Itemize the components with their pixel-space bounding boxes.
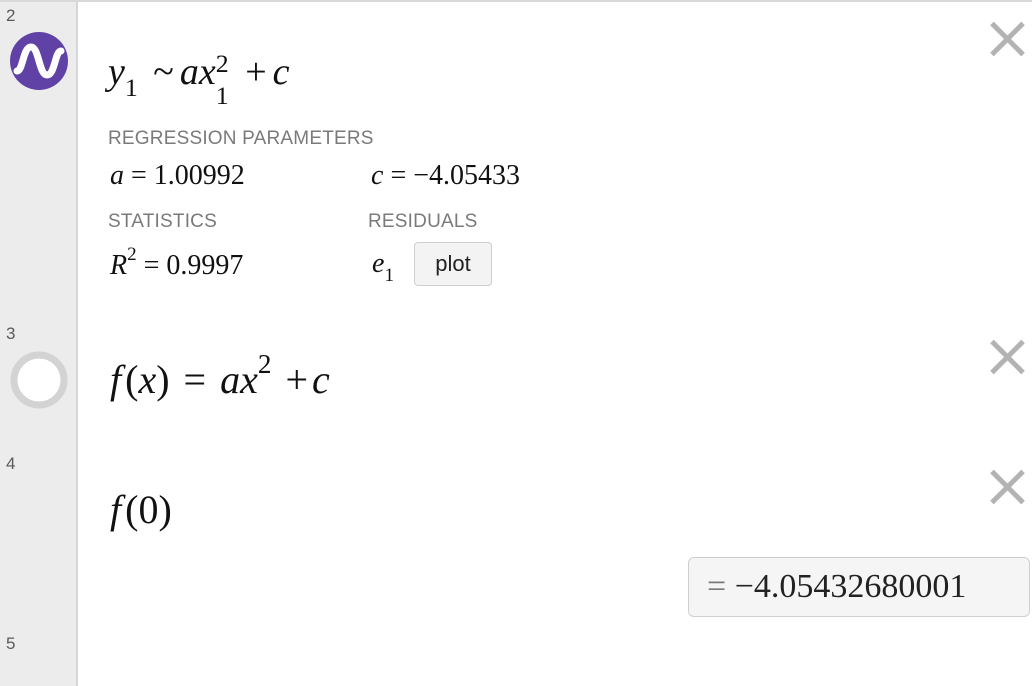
- residual-variable: e1: [372, 248, 394, 286]
- function-formula[interactable]: f (x) = ax2 + c: [110, 349, 330, 403]
- statistics-label: STATISTICS: [108, 211, 217, 232]
- expression-row-4[interactable]: 4 f (0) = −4.05432680001: [0, 450, 1032, 632]
- param-a: a = 1.00992: [110, 160, 245, 191]
- delete-expression-2-icon[interactable]: [987, 19, 1027, 59]
- expression-number: 3: [6, 324, 16, 343]
- param-c: c = −4.05433: [371, 160, 521, 191]
- expression-gutter[interactable]: 3: [0, 320, 78, 450]
- expression-row-5[interactable]: 5: [0, 630, 1032, 686]
- evaluation-result: = −4.05432680001: [688, 557, 1030, 617]
- residuals-label: RESIDUALS: [368, 211, 478, 232]
- delete-expression-4-icon[interactable]: [987, 467, 1027, 507]
- plot-residuals-button[interactable]: plot: [414, 242, 492, 286]
- expression-row-3[interactable]: 3 f (x) = ax2 + c: [0, 320, 1032, 452]
- regression-wave-icon[interactable]: [9, 31, 69, 91]
- expression-gutter[interactable]: 2: [0, 2, 78, 320]
- expression-number: 5: [6, 634, 16, 653]
- r-squared: R2 = 0.9997: [110, 243, 244, 281]
- expression-row-2[interactable]: 2 y1 ~ ax 2 1 + c REGRESSION PARAMETERS a = …: [0, 0, 1032, 322]
- expression-gutter[interactable]: 5: [0, 630, 78, 686]
- result-equals: =: [707, 568, 727, 605]
- delete-expression-3-icon[interactable]: [987, 337, 1027, 377]
- evaluation-formula[interactable]: f (0): [110, 486, 172, 533]
- regression-parameters-label: REGRESSION PARAMETERS: [108, 128, 374, 149]
- hidden-circle-icon[interactable]: [9, 350, 69, 410]
- expression-number: 2: [6, 6, 16, 25]
- expression-number: 4: [6, 454, 16, 473]
- expression-gutter[interactable]: 4: [0, 450, 78, 630]
- result-value: −4.05432680001: [734, 568, 967, 605]
- regression-formula[interactable]: y1 ~ ax 2 1 + c: [108, 49, 290, 110]
